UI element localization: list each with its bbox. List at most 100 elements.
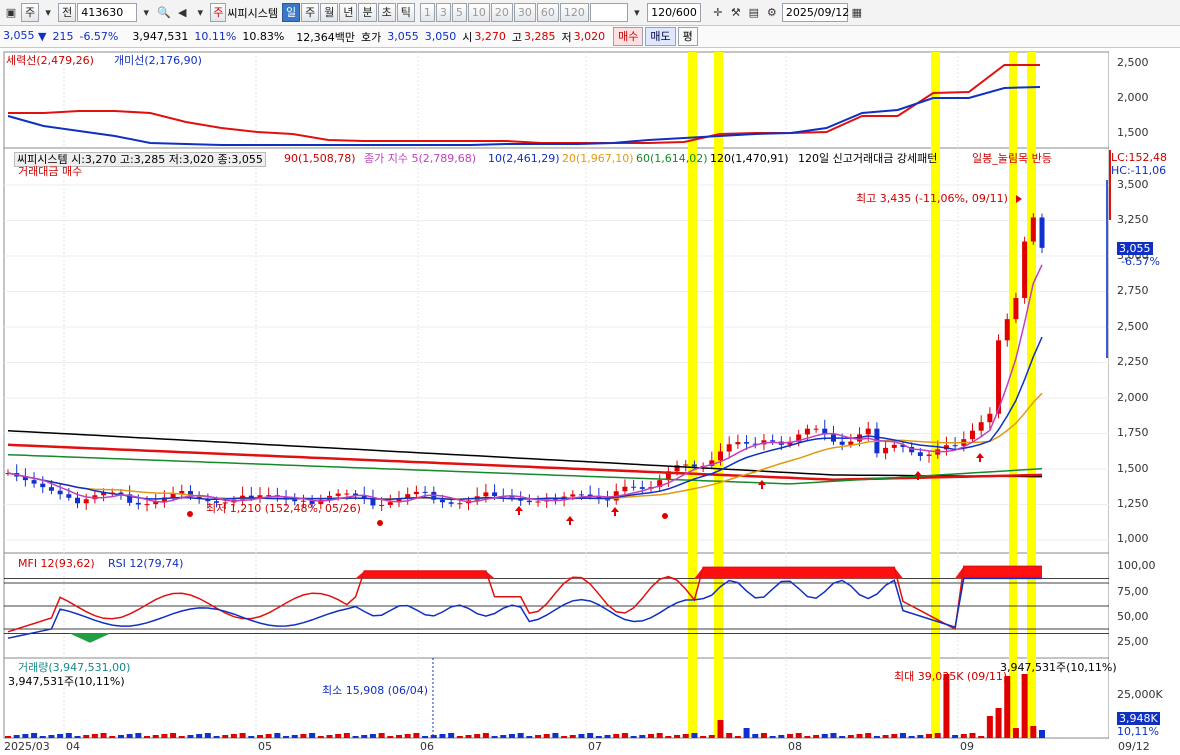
volume-bar: [891, 734, 898, 738]
prev-button[interactable]: 전: [58, 3, 77, 22]
volume-bar: [691, 733, 698, 738]
search-icon[interactable]: 🔍: [156, 5, 172, 21]
sell-button[interactable]: 매도: [645, 27, 676, 46]
volume-bar: [865, 733, 872, 738]
volume-bar: [135, 733, 142, 738]
tools-icon[interactable]: ⚒: [728, 5, 744, 21]
volume-bar: [934, 733, 941, 738]
volume-bar: [413, 733, 420, 738]
period-tab[interactable]: 틱: [396, 3, 415, 22]
candle-body: [622, 486, 628, 492]
volume-bar: [899, 733, 906, 738]
volume-bar: [552, 733, 559, 738]
p3-tick: 75,00: [1117, 585, 1149, 598]
volume-bar: [465, 735, 472, 738]
count-input[interactable]: 120/600: [646, 3, 701, 22]
turnover: 10.83%: [242, 30, 285, 43]
price-tag: 3,055: [1117, 242, 1153, 255]
volume-bar: [960, 734, 967, 738]
volume-bar: [22, 734, 29, 738]
minute-tab[interactable]: 120: [559, 3, 589, 22]
volume-bar: [117, 735, 124, 738]
volume-bar: [317, 736, 324, 738]
p3-tick: 50,00: [1117, 610, 1149, 623]
pattern2-legend: 일봉_눌림목 반등: [972, 152, 1052, 165]
ma90-legend: 90(1,508,78): [284, 152, 356, 165]
period-tab[interactable]: 년: [339, 3, 358, 22]
minute-tab[interactable]: 1: [419, 3, 435, 22]
window-icon[interactable]: ▣: [3, 5, 19, 21]
market-select[interactable]: 주: [21, 3, 40, 22]
crosshair-icon[interactable]: ✛: [710, 5, 726, 21]
volume-ratio: 10.11%: [194, 30, 237, 43]
volume-bar: [74, 736, 81, 738]
minute-tab[interactable]: 5: [451, 3, 467, 22]
candle-body: [344, 493, 350, 495]
volume-bar: [543, 734, 550, 738]
minute-tab[interactable]: 30: [513, 3, 536, 22]
volume-bar: [283, 736, 290, 738]
buy-button[interactable]: 매수: [613, 27, 644, 46]
volume-bar: [474, 734, 481, 738]
volume-bar: [39, 736, 46, 738]
volume-bar: [665, 736, 672, 738]
chevron-down-icon[interactable]: ▾: [40, 5, 56, 21]
ma5-legend: 종가 지수 5(2,789,68): [364, 152, 477, 165]
volume-bar: [378, 733, 385, 738]
eval-button[interactable]: 평: [677, 27, 698, 46]
panel-frame: [3, 147, 1110, 554]
save-icon[interactable]: ▤: [746, 5, 762, 21]
change-value: 215: [52, 30, 74, 43]
p2-tick: 1,000: [1117, 532, 1149, 545]
pattern-legend: 120일 신고거래대금 강세패턴: [798, 152, 938, 165]
period-tab[interactable]: 초: [377, 3, 396, 22]
minute-tab[interactable]: 60: [536, 3, 559, 22]
minute-input[interactable]: [589, 3, 628, 22]
volume-bar: [500, 735, 507, 738]
volume-bar: [144, 736, 151, 738]
minute-tab[interactable]: 3: [435, 3, 451, 22]
period-tab[interactable]: 월: [320, 3, 339, 22]
period-tab[interactable]: 일: [281, 3, 301, 22]
volume-bar: [109, 736, 116, 738]
volume-bar: [230, 734, 237, 738]
volume-bar: [48, 735, 55, 738]
chevron-down-icon[interactable]: ▾: [138, 5, 154, 21]
volume-bar: [291, 735, 298, 738]
chevron-down-icon[interactable]: ▾: [629, 5, 645, 21]
volume-bar: [248, 736, 255, 738]
gear-icon[interactable]: ⚙: [764, 5, 780, 21]
low-label: 저: [561, 30, 572, 44]
candle-body: [422, 491, 428, 493]
volume-bar: [604, 735, 611, 738]
candle-body: [413, 491, 419, 495]
speaker-icon[interactable]: ◀: [174, 5, 190, 21]
p2-tick: 2,750: [1117, 284, 1149, 297]
period-tab[interactable]: 분: [358, 3, 377, 22]
chevron-down-icon[interactable]: ▾: [192, 5, 208, 21]
candle-body: [379, 504, 385, 506]
minute-tab[interactable]: 10: [467, 3, 490, 22]
volume-bar: [5, 736, 11, 738]
date-input[interactable]: 2025/09/12: [781, 3, 849, 22]
period-tab[interactable]: 주: [301, 3, 320, 22]
volume-bar: [926, 734, 933, 738]
candle-body: [526, 500, 532, 503]
price-tag-pct: -6.57%: [1121, 255, 1160, 268]
candle-body: [978, 422, 984, 431]
volume-bar: [448, 733, 455, 738]
volume-bar: [578, 734, 585, 738]
candle-body: [744, 442, 750, 444]
p2-tick: 3,250: [1117, 213, 1149, 226]
stock-code-input[interactable]: 413630: [77, 3, 138, 22]
candle-body: [48, 487, 54, 491]
volume-bar: [439, 734, 446, 738]
volume-bar: [821, 734, 828, 738]
candle-body: [926, 454, 932, 456]
volume-bar: [873, 736, 880, 738]
volume-bar: [100, 733, 107, 738]
volume-bar: [178, 736, 185, 738]
calendar-icon[interactable]: ▦: [849, 5, 865, 21]
bid-price: 3,050: [424, 30, 457, 43]
minute-tab[interactable]: 20: [490, 3, 513, 22]
